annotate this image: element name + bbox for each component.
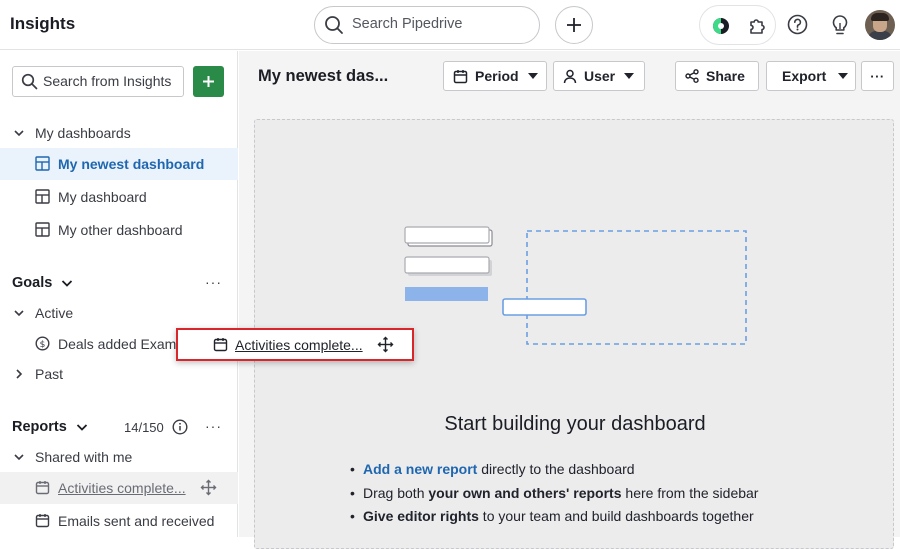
avatar[interactable] (865, 10, 895, 40)
sales-assistant-icon[interactable] (711, 16, 731, 36)
calendar-icon (213, 337, 228, 357)
dashboard-title[interactable]: My newest das... (258, 67, 388, 86)
assistant-extensions-group (699, 5, 776, 45)
sidebar-item-label: Emails sent and received (58, 513, 215, 529)
calendar-icon (35, 513, 50, 531)
sidebar-search-input[interactable] (43, 73, 181, 89)
sidebar-item-label: Activities complete... (58, 480, 186, 496)
chevron-down-icon (12, 306, 26, 323)
period-filter-label: Period (475, 68, 519, 84)
dashboard-icon (35, 189, 50, 207)
period-filter-button[interactable]: Period (443, 61, 547, 91)
tip-bold-text: Give editor rights (363, 508, 479, 524)
sidebar-item-label: My newest dashboard (58, 156, 205, 172)
tip-text: to your team and build dashboards togeth… (478, 508, 754, 524)
user-filter-label: User (584, 68, 616, 84)
dashboard-icon (35, 156, 50, 174)
global-search-input[interactable] (352, 16, 532, 32)
tip-bold-text: your own and others' reports (428, 484, 622, 501)
add-new-report-link[interactable]: Add a new report (363, 461, 477, 477)
calendar-icon (35, 480, 50, 498)
sidebar: My dashboards My newest dashboard My das… (0, 51, 238, 537)
sidebar-item-label: My dashboard (58, 189, 147, 205)
share-icon (685, 69, 699, 83)
export-label: Export (782, 68, 827, 84)
info-icon[interactable] (172, 419, 188, 435)
chevron-down-icon (60, 276, 74, 290)
lightbulb-icon[interactable] (830, 14, 850, 36)
tip-add-report: Add a new report directly to the dashboa… (350, 458, 758, 482)
empty-state-tips: Add a new report directly to the dashboa… (350, 458, 758, 529)
plus-icon (565, 16, 583, 34)
reports-section-label: Reports (12, 419, 67, 435)
caret-down-icon (838, 73, 849, 79)
dragged-report-label: Activities complete... (235, 337, 363, 353)
share-button[interactable]: Share (675, 61, 759, 91)
dashboards-group-toggle[interactable]: My dashboards (0, 117, 238, 149)
caret-down-icon (624, 73, 635, 79)
calendar-icon (453, 69, 468, 84)
more-actions-button[interactable]: ··· (861, 61, 894, 91)
user-filter-button[interactable]: User (553, 61, 645, 91)
dollar-icon: $ (35, 336, 50, 354)
sidebar-item-my-newest-dashboard[interactable]: My newest dashboard (0, 148, 238, 180)
goals-section-header[interactable]: Goals (12, 275, 74, 291)
caret-down-icon (527, 73, 538, 79)
dashboard-icon (35, 222, 50, 240)
help-icon[interactable] (787, 14, 808, 35)
sidebar-item-activities-completed[interactable]: Activities complete... (0, 472, 238, 504)
goals-active-toggle[interactable]: Active (0, 297, 238, 329)
plus-icon (202, 75, 215, 88)
top-bar: Insights (0, 0, 900, 50)
tip-text: directly to the dashboard (477, 461, 635, 477)
puzzle-icon[interactable] (747, 15, 768, 36)
reports-more-button[interactable]: ··· (205, 418, 222, 434)
reports-count: 14/150 (124, 420, 164, 435)
quick-add-button[interactable] (555, 6, 593, 44)
user-icon (563, 69, 577, 84)
tip-text: here from the sidebar (621, 484, 759, 501)
goals-past-label: Past (35, 366, 64, 382)
goals-active-label: Active (35, 305, 74, 321)
sidebar-item-my-other-dashboard[interactable]: My other dashboard (0, 214, 238, 246)
sidebar-search[interactable] (12, 66, 184, 97)
svg-text:$: $ (40, 340, 46, 350)
sidebar-item-my-dashboard[interactable]: My dashboard (0, 181, 238, 213)
search-icon (21, 73, 38, 95)
dashboards-group-label: My dashboards (35, 125, 131, 141)
search-icon (324, 15, 344, 40)
tip-text: Drag both (363, 484, 429, 501)
export-button[interactable]: Export (766, 61, 856, 91)
share-label: Share (706, 68, 745, 84)
move-icon[interactable] (377, 336, 394, 358)
main-area: My newest das... Period User Share Expor… (239, 51, 900, 549)
sidebar-item-emails-sent[interactable]: Emails sent and received (0, 505, 238, 537)
chevron-right-icon (12, 367, 26, 384)
dragged-report-chip[interactable]: Activities complete... (176, 328, 414, 361)
app-title: Insights (10, 14, 76, 33)
goals-more-button[interactable]: ··· (205, 274, 222, 290)
global-search[interactable] (314, 6, 540, 44)
more-icon: ··· (870, 68, 885, 84)
reports-shared-toggle[interactable]: Shared with me (0, 441, 238, 473)
move-icon[interactable] (200, 479, 217, 496)
goals-past-toggle[interactable]: Past (0, 358, 238, 390)
reports-section-header[interactable]: Reports (12, 419, 89, 435)
goals-section-label: Goals (12, 275, 53, 291)
reports-shared-label: Shared with me (35, 449, 133, 465)
empty-state-title: Start building your dashboard (444, 413, 706, 435)
chevron-down-icon (12, 126, 26, 143)
tip-editor-rights: Give editor rights to your team and buil… (350, 505, 758, 529)
tip-drag-reports: Drag both your own and others' reports h… (350, 482, 758, 506)
add-report-button[interactable] (193, 66, 224, 97)
sidebar-item-label: My other dashboard (58, 222, 183, 238)
chevron-down-icon (12, 450, 26, 467)
chevron-down-icon (75, 420, 89, 434)
